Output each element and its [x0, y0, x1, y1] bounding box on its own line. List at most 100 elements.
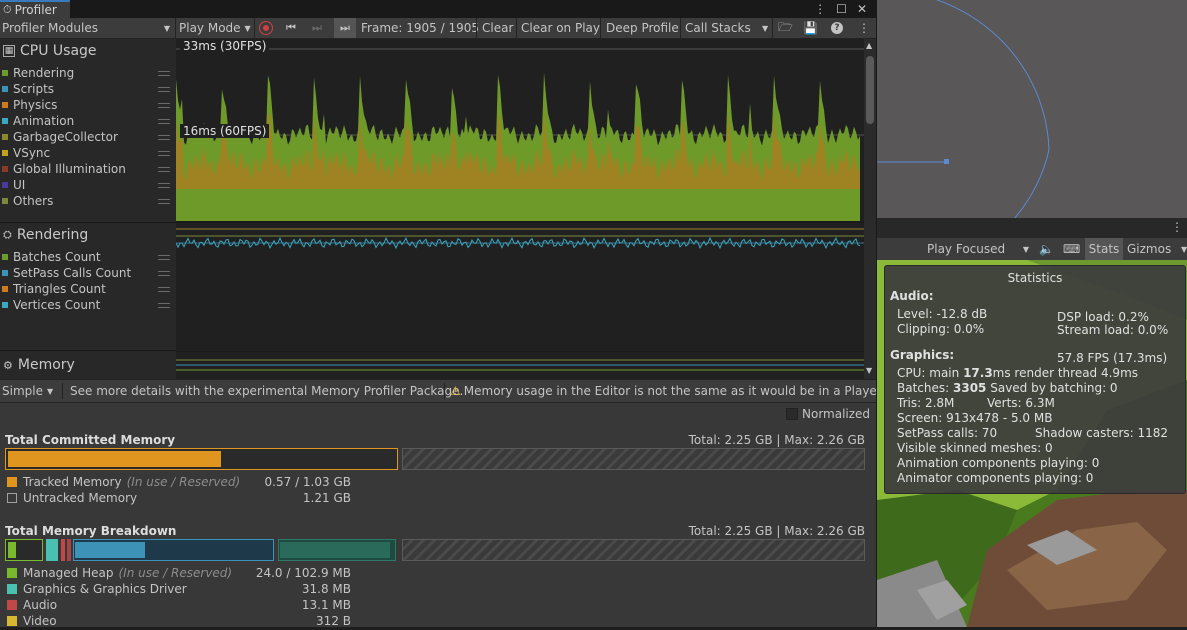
more-menu-icon[interactable]: ⋮: [814, 2, 826, 16]
memory-profiler-package-link[interactable]: See more details with the experimental M…: [70, 380, 463, 402]
native-segment[interactable]: [73, 539, 274, 561]
graphics-segment[interactable]: [46, 539, 58, 561]
rendering-counter-item[interactable]: Triangles Count: [0, 281, 176, 297]
save-button[interactable]: 💾: [803, 18, 818, 38]
drag-handle-icon[interactable]: [158, 102, 170, 108]
color-swatch[interactable]: [2, 86, 8, 92]
drag-handle-icon[interactable]: [158, 150, 170, 156]
untracked-memory-bar[interactable]: [402, 448, 865, 470]
clear-on-play-button[interactable]: Clear on Play: [521, 18, 600, 38]
cpu-category-item[interactable]: Animation: [0, 113, 176, 129]
legend-value: 13.1 MB: [301, 598, 351, 612]
cpu-module-header[interactable]: ▦ CPU Usage: [3, 43, 97, 59]
color-swatch[interactable]: [2, 182, 8, 188]
rendering-chart[interactable]: [176, 223, 864, 351]
cpu-category-item[interactable]: Physics: [0, 97, 176, 113]
view-mode-dropdown[interactable]: Simple ▼: [2, 380, 53, 402]
call-stacks-dropdown[interactable]: ▼: [758, 18, 768, 38]
help-button[interactable]: ?: [831, 18, 843, 38]
rendering-counter-item[interactable]: Vertices Count: [0, 297, 176, 313]
mute-audio-button[interactable]: 🔈: [1039, 238, 1054, 260]
tab-profiler[interactable]: ⏱ Profiler: [0, 0, 70, 18]
color-swatch[interactable]: [2, 254, 8, 260]
editor-memory-warning: ⚠ Memory usage in the Editor is not the …: [450, 380, 877, 402]
setpass-calls: SetPass calls: 70: [897, 426, 998, 440]
cpu-category-item[interactable]: Scripts: [0, 81, 176, 97]
drag-handle-icon[interactable]: [158, 134, 170, 140]
legend-row: Graphics & Graphics Driver 31.8 MB: [7, 581, 367, 597]
cpu-category-item[interactable]: UI: [0, 177, 176, 193]
save-icon: 💾: [803, 21, 818, 35]
drag-handle-icon[interactable]: [158, 118, 170, 124]
load-button[interactable]: 🗁: [778, 18, 793, 38]
current-frame-button[interactable]: ⏭: [334, 18, 356, 38]
memory-chart[interactable]: [176, 352, 864, 379]
record-button[interactable]: [259, 18, 273, 38]
clear-button[interactable]: Clear: [482, 18, 513, 38]
play-mode-dropdown[interactable]: Play Mode ▼: [179, 18, 251, 38]
maximize-icon[interactable]: ☐: [836, 2, 847, 16]
color-swatch[interactable]: [2, 166, 8, 172]
cpu-usage-chart[interactable]: 33ms (30FPS) 16ms (60FPS): [176, 39, 864, 221]
drag-handle-icon[interactable]: [158, 286, 170, 292]
window-controls: ⋮ ☐ ✕: [814, 0, 867, 18]
drag-handle-icon[interactable]: [158, 166, 170, 172]
color-swatch[interactable]: [2, 118, 8, 124]
drag-handle-icon[interactable]: [158, 182, 170, 188]
color-swatch[interactable]: [2, 134, 8, 140]
cpu-category-item[interactable]: Global Illumination: [0, 161, 176, 177]
color-swatch[interactable]: [2, 286, 8, 292]
more-menu-icon[interactable]: ⋮: [1171, 220, 1183, 234]
color-swatch[interactable]: [2, 70, 8, 76]
cpu-category-item[interactable]: Rendering: [0, 65, 176, 81]
color-swatch[interactable]: [2, 270, 8, 276]
other-segment[interactable]: [67, 539, 71, 561]
color-swatch[interactable]: [2, 150, 8, 156]
deep-profile-button[interactable]: Deep Profile: [606, 18, 679, 38]
scroll-up-icon[interactable]: ▲: [866, 41, 872, 50]
color-swatch[interactable]: [2, 102, 8, 108]
drag-handle-icon[interactable]: [158, 70, 170, 76]
call-stacks-button[interactable]: Call Stacks: [685, 18, 751, 38]
close-icon[interactable]: ✕: [857, 2, 867, 16]
stats-toggle[interactable]: Stats: [1085, 238, 1123, 260]
cpu-category-item[interactable]: GarbageCollector: [0, 129, 176, 145]
rendering-counter-item[interactable]: Batches Count: [0, 249, 176, 265]
profiler-segment[interactable]: [278, 539, 396, 561]
profiler-modules-dropdown[interactable]: Profiler Modules ▼: [2, 18, 172, 38]
chart-scrollbar-thumb[interactable]: [866, 56, 874, 124]
cpu-category-item[interactable]: VSync: [0, 145, 176, 161]
color-swatch[interactable]: [2, 198, 8, 204]
gizmos-button[interactable]: Gizmos: [1127, 238, 1171, 260]
drag-handle-icon[interactable]: [158, 198, 170, 204]
untracked-segment[interactable]: [402, 539, 865, 561]
gizmos-dropdown[interactable]: ▼: [1177, 238, 1187, 260]
scene-view[interactable]: [877, 0, 1187, 271]
play-focused-dropdown[interactable]: Play Focused ▼: [927, 238, 1031, 260]
more-menu-icon[interactable]: ⋮: [858, 18, 870, 38]
first-frame-button[interactable]: ⏮: [286, 18, 296, 38]
keyboard-shortcuts-button[interactable]: ⌨: [1063, 238, 1080, 260]
cpu-category-item[interactable]: Others: [0, 193, 176, 209]
next-frame-button[interactable]: ⏭: [312, 18, 322, 38]
legend-swatch: [7, 584, 17, 594]
rendering-counter-item[interactable]: SetPass Calls Count: [0, 265, 176, 281]
scroll-down-icon[interactable]: ▼: [866, 366, 872, 375]
drag-handle-icon[interactable]: [158, 270, 170, 276]
tracked-memory-bar[interactable]: [5, 448, 398, 470]
memory-module-header[interactable]: ⚙ Memory: [3, 357, 75, 373]
color-swatch[interactable]: [2, 302, 8, 308]
normalized-checkbox[interactable]: [786, 408, 798, 420]
managed-heap-segment[interactable]: [5, 539, 43, 561]
rendering-counter-list: Batches Count SetPass Calls Count Triangle…: [0, 249, 176, 313]
audio-segment[interactable]: [61, 539, 65, 561]
drag-handle-icon[interactable]: [158, 86, 170, 92]
drag-handle-icon[interactable]: [158, 254, 170, 260]
legend-value: 312 B: [316, 614, 351, 627]
breakdown-legend: Managed Heap (In use / Reserved) 24.0 / 10…: [7, 565, 367, 627]
drag-handle-icon[interactable]: [158, 302, 170, 308]
stats-title: Statistics: [1007, 271, 1063, 285]
rendering-module-header[interactable]: ⛭ Rendering: [3, 227, 88, 243]
item-label: Vertices Count: [13, 298, 101, 312]
animation-components: Animation components playing: 0: [897, 456, 1100, 470]
